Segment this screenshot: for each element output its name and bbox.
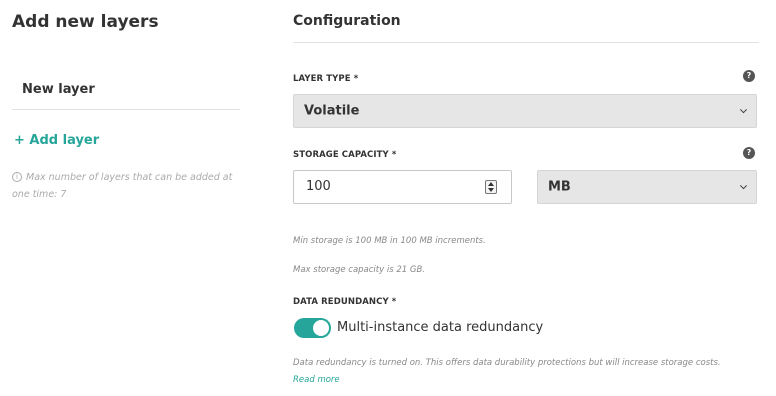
data-redundancy-label: DATA REDUNDANCY * bbox=[293, 297, 397, 307]
layer-name: New layer bbox=[22, 82, 95, 97]
info-icon: i bbox=[12, 172, 22, 182]
storage-unit-select[interactable]: MB bbox=[537, 170, 757, 204]
number-stepper[interactable] bbox=[485, 180, 497, 194]
storage-capacity-label: STORAGE CAPACITY * bbox=[293, 150, 397, 160]
max-storage-hint: Max storage capacity is 21 GB. bbox=[293, 265, 425, 275]
layer-type-label: LAYER TYPE * bbox=[293, 74, 359, 84]
layer-type-help-icon[interactable]: ? bbox=[743, 70, 755, 82]
layer-type-value: Volatile bbox=[304, 103, 360, 119]
data-redundancy-toggle[interactable] bbox=[294, 318, 331, 338]
configuration-title: Configuration bbox=[293, 13, 401, 29]
data-redundancy-note: Data redundancy is turned on. This offer… bbox=[293, 355, 743, 389]
storage-capacity-help-icon[interactable]: ? bbox=[743, 147, 755, 159]
divider bbox=[293, 42, 759, 43]
toggle-knob bbox=[313, 320, 329, 336]
max-layers-note: i Max number of layers that can be added … bbox=[12, 169, 244, 203]
chevron-down-icon bbox=[739, 106, 748, 114]
storage-capacity-value: 100 bbox=[306, 179, 331, 194]
data-redundancy-toggle-label: Multi-instance data redundancy bbox=[337, 320, 544, 335]
stepper-down-icon[interactable] bbox=[488, 188, 494, 192]
data-redundancy-note-text: Data redundancy is turned on. This offer… bbox=[293, 358, 721, 368]
storage-unit-value: MB bbox=[548, 179, 571, 195]
read-more-link[interactable]: Read more bbox=[293, 375, 340, 385]
layer-type-select[interactable]: Volatile bbox=[293, 94, 757, 128]
chevron-down-icon bbox=[739, 182, 748, 190]
add-layer-button[interactable]: + Add layer bbox=[14, 133, 99, 148]
layer-list-item[interactable]: New layer bbox=[12, 72, 240, 110]
stepper-up-icon[interactable] bbox=[488, 182, 494, 186]
storage-capacity-input[interactable]: 100 bbox=[293, 170, 512, 204]
left-panel-title: Add new layers bbox=[12, 12, 159, 32]
min-storage-hint: Min storage is 100 MB in 100 MB incremen… bbox=[293, 236, 486, 246]
max-layers-text: Max number of layers that can be added a… bbox=[12, 172, 233, 200]
